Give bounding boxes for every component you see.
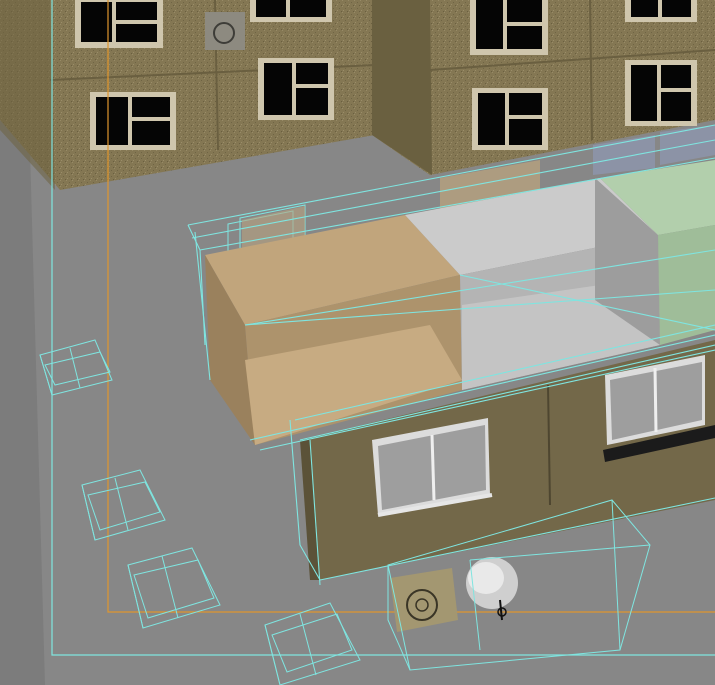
viewport-scene[interactable] xyxy=(0,0,715,685)
window xyxy=(75,0,163,48)
window xyxy=(625,60,697,126)
window xyxy=(625,0,697,22)
window xyxy=(90,92,176,150)
air-conditioner-icon xyxy=(205,12,245,50)
window xyxy=(470,0,548,55)
window xyxy=(250,0,332,22)
window xyxy=(258,58,334,120)
window xyxy=(472,88,548,150)
3d-viewport[interactable] xyxy=(0,0,715,685)
